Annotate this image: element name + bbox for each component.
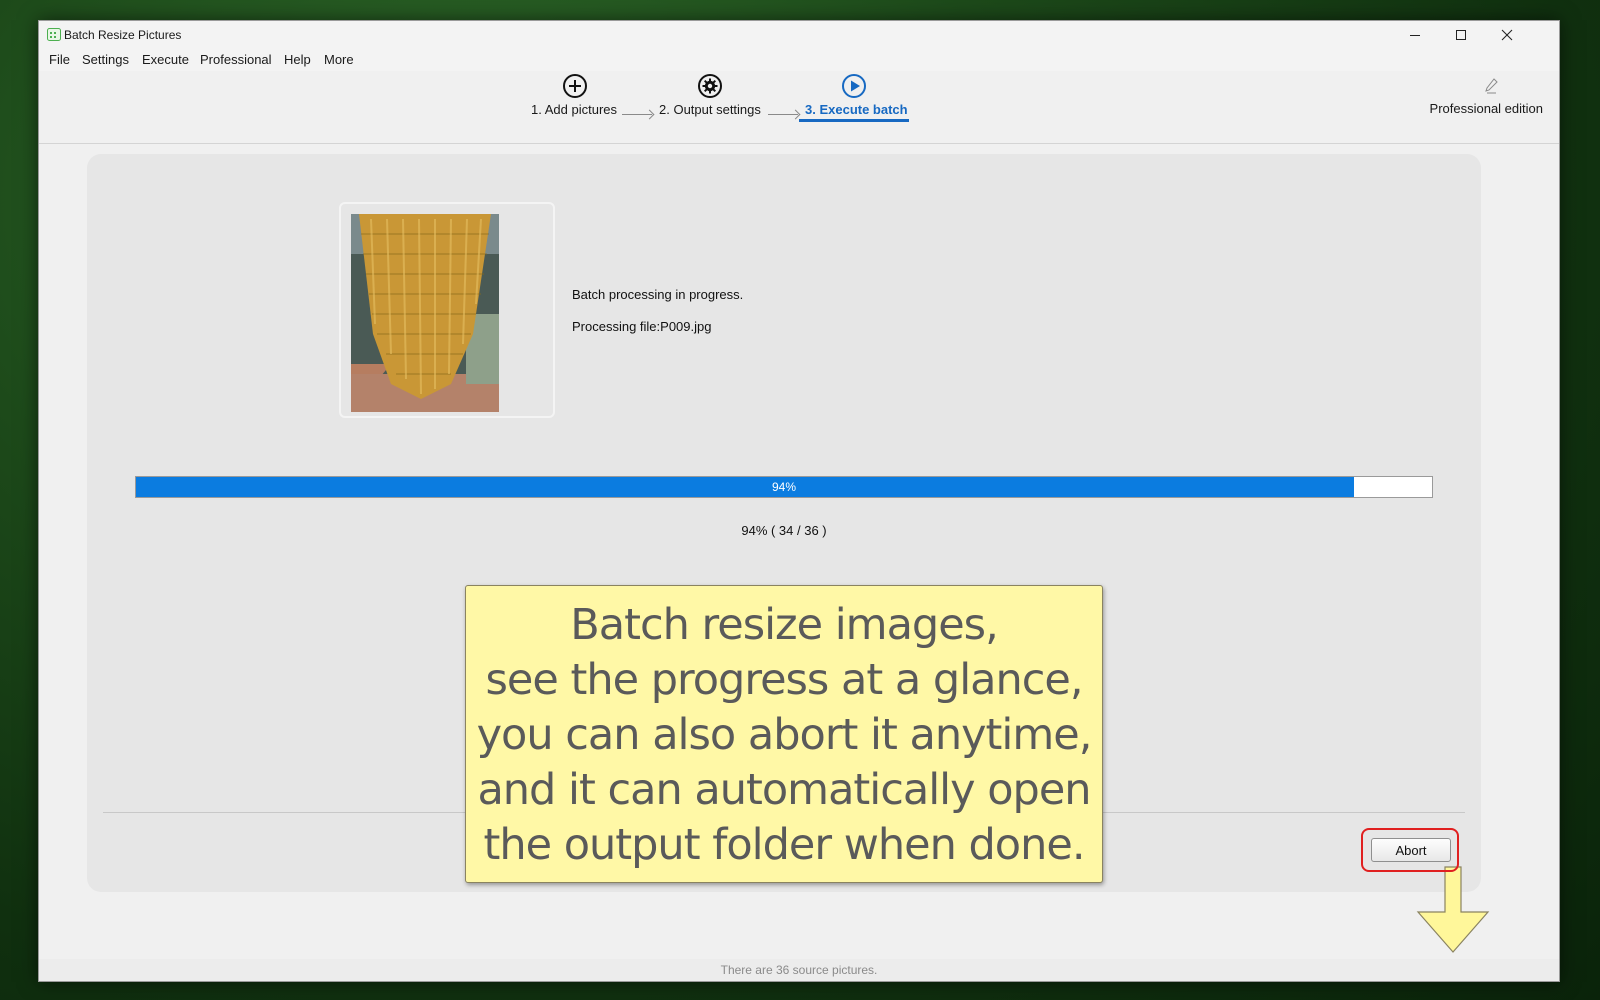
thumbnail-frame [339, 202, 555, 418]
callout-line: Batch resize images, [570, 600, 999, 650]
active-step-underline [799, 119, 909, 122]
progress-summary: 94% ( 34 / 36 ) [741, 523, 827, 538]
corn-photo-thumbnail [351, 214, 499, 412]
menu-more[interactable]: More [321, 51, 357, 68]
professional-edition-label: Professional edition [1429, 101, 1543, 116]
menu-help[interactable]: Help [281, 51, 314, 68]
feature-callout: Batch resize images, see the progress at… [465, 585, 1103, 883]
minimize-icon [1410, 35, 1420, 36]
source-count-text: There are 36 source pictures. [720, 963, 878, 977]
maximize-icon [1456, 30, 1466, 40]
gear-icon [698, 74, 722, 98]
window-title: Batch Resize Pictures [64, 28, 182, 42]
step-execute-batch[interactable]: 3. Execute batch [799, 71, 911, 143]
status-bar: There are 36 source pictures. [39, 959, 1559, 981]
step-label: 1. Add pictures [531, 102, 617, 117]
step-arrow [622, 114, 652, 115]
step-add-pictures[interactable]: 1. Add pictures [529, 71, 639, 143]
menu-bar: File Settings Execute Professional Help … [39, 49, 1559, 71]
abort-button[interactable]: Abort [1371, 838, 1451, 862]
callout-line: you can also abort it anytime, [476, 710, 1093, 760]
close-button[interactable] [1484, 21, 1530, 49]
batch-status-text: Batch processing in progress. [572, 287, 744, 302]
progress-bar: 94% [135, 476, 1433, 498]
maximize-button[interactable] [1438, 21, 1484, 49]
close-icon [1501, 29, 1513, 41]
step-label: 2. Output settings [659, 102, 761, 117]
plus-circle-icon [563, 74, 587, 98]
down-arrow-icon [1416, 866, 1490, 953]
menu-file[interactable]: File [46, 51, 73, 68]
progress-bar-text: 94% [771, 480, 797, 494]
step-output-settings[interactable]: 2. Output settings [659, 71, 789, 143]
step-arrow [768, 114, 798, 115]
menu-professional[interactable]: Professional [197, 51, 275, 68]
title-bar: Batch Resize Pictures [39, 21, 1559, 49]
wizard-steps: 1. Add pictures 2. Output settings 3. Ex… [39, 71, 1559, 144]
callout-line: see the progress at a glance, [485, 655, 1083, 705]
menu-execute[interactable]: Execute [139, 51, 192, 68]
pen-icon [1485, 78, 1498, 94]
step-label: 3. Execute batch [805, 102, 908, 117]
minimize-button[interactable] [1392, 21, 1438, 49]
play-circle-icon [842, 74, 866, 98]
menu-settings[interactable]: Settings [79, 51, 132, 68]
processing-file-text: Processing file:P009.jpg [572, 319, 712, 334]
app-window: Batch Resize Pictures File Settings Exec… [38, 20, 1560, 982]
calendar-grid-icon [47, 28, 61, 41]
callout-line: the output folder when done. [483, 820, 1085, 870]
callout-line: and it can automatically open [477, 765, 1091, 815]
abort-highlight: Abort [1361, 828, 1459, 872]
